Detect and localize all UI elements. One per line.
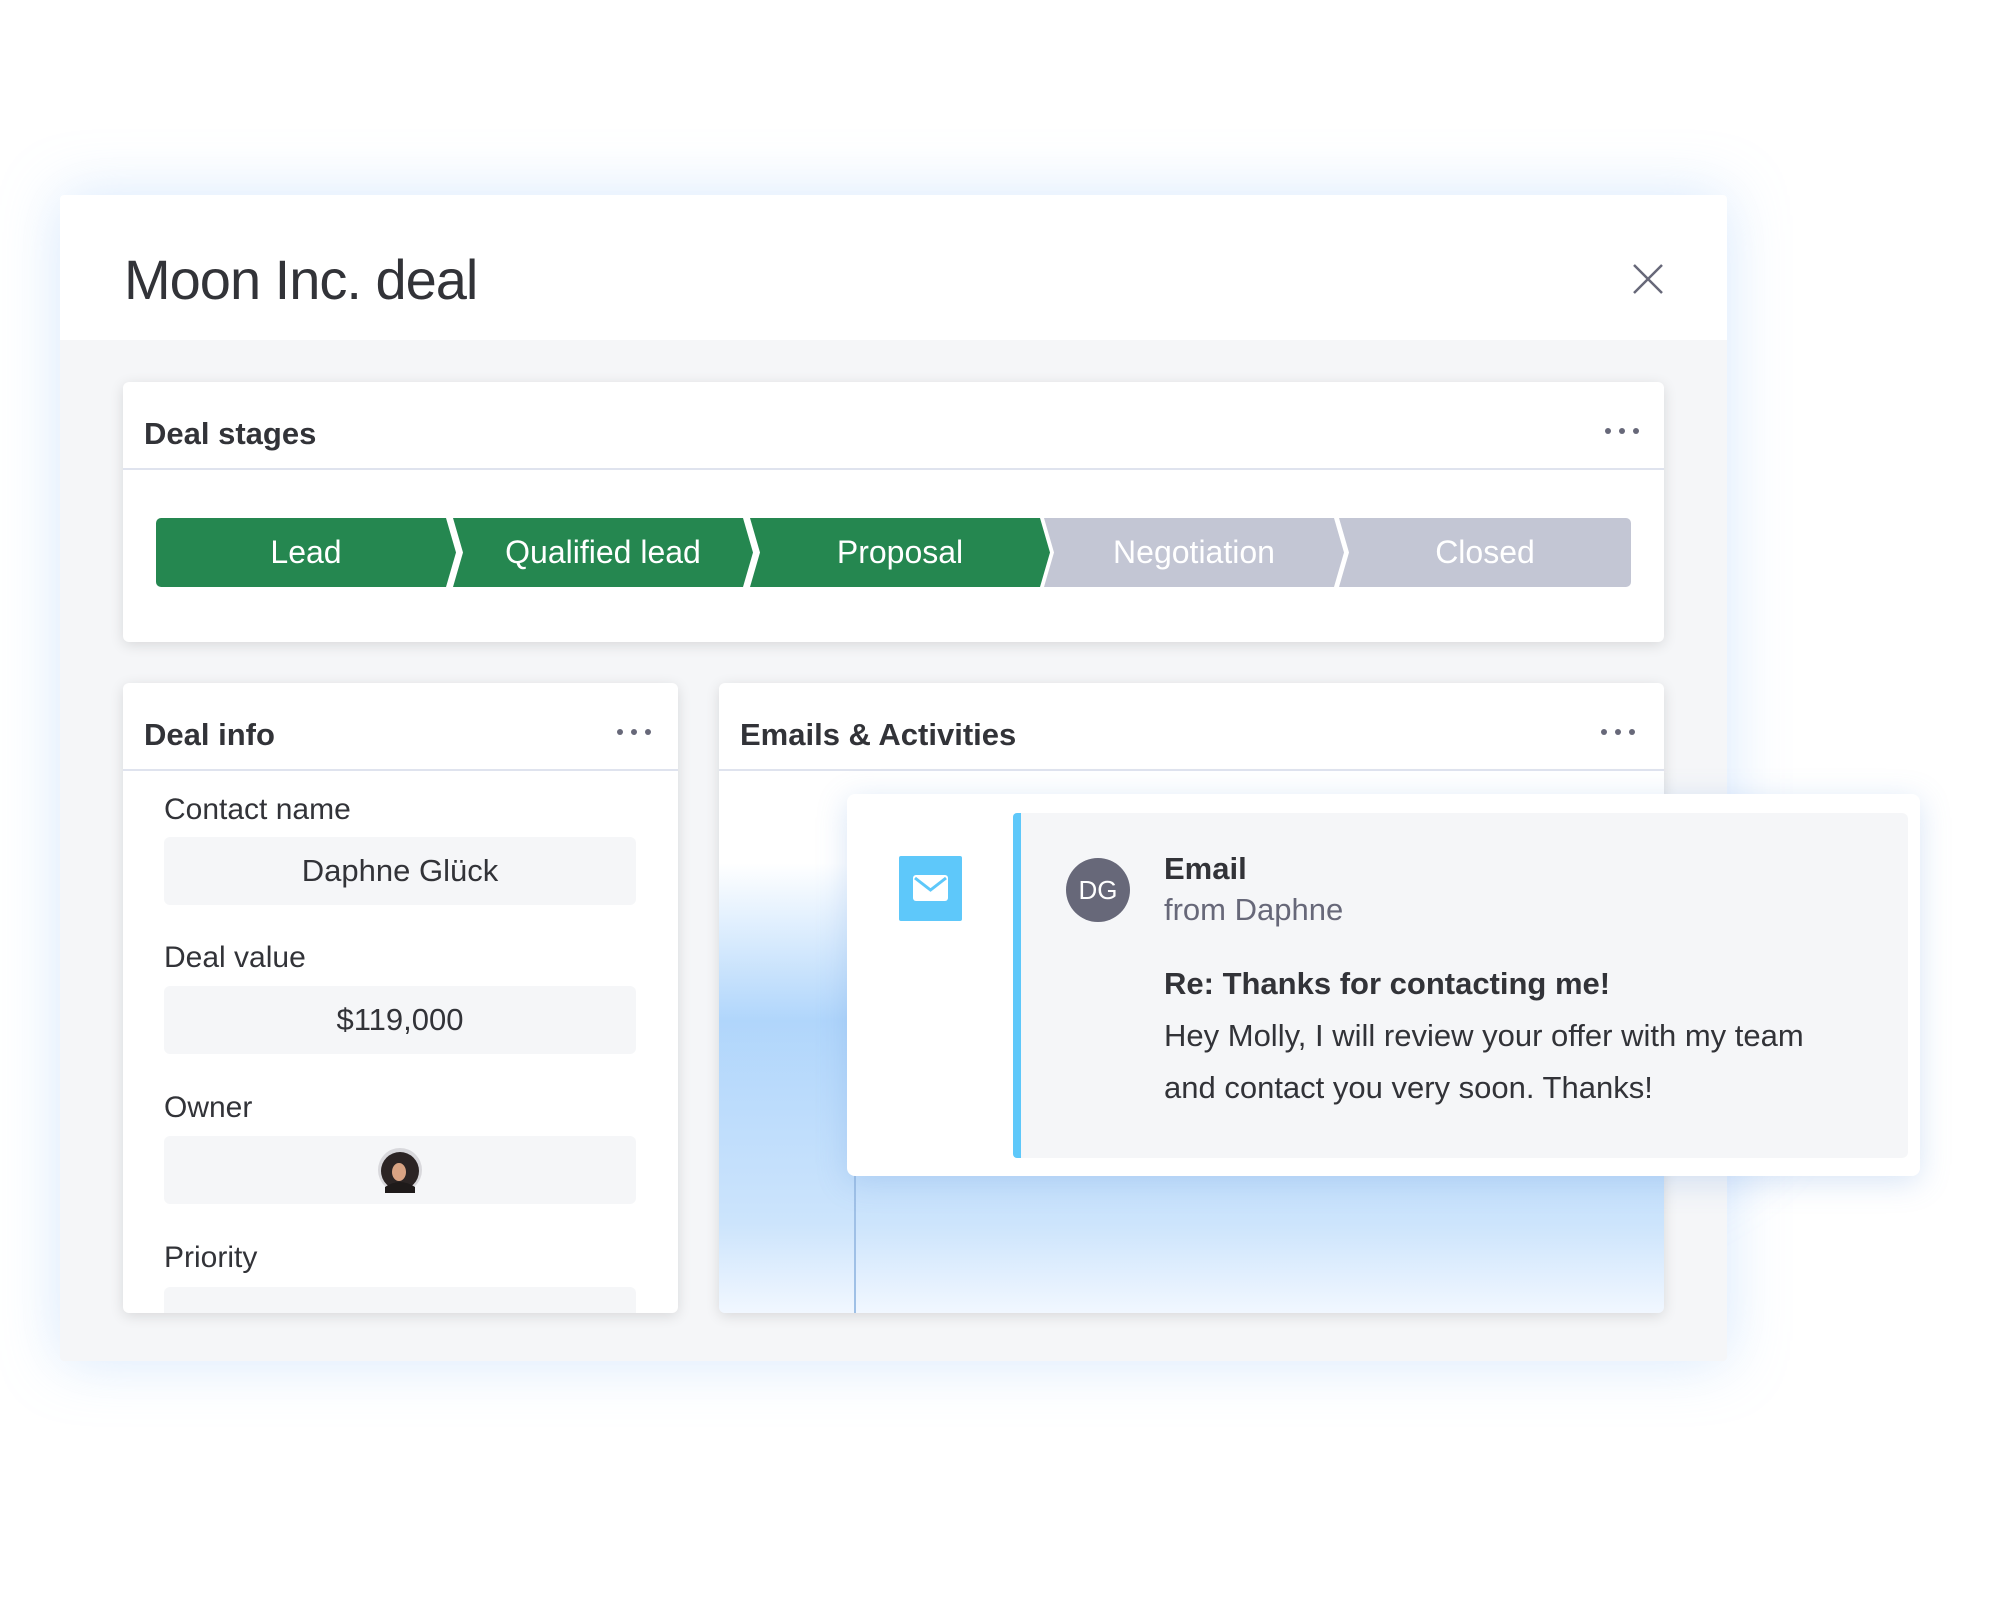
more-dots-icon[interactable]: [617, 727, 651, 737]
emails-title: Emails & Activities: [740, 717, 1017, 752]
deal-stages-title: Deal stages: [144, 416, 317, 451]
stage-label: Negotiation: [1113, 534, 1275, 570]
deal-value-label: Deal value: [164, 941, 306, 974]
stage-label: Proposal: [836, 534, 964, 570]
owner-label: Owner: [164, 1091, 253, 1124]
window-header: Moon Inc. deal: [60, 195, 1727, 340]
stage-lead[interactable]: Lead: [156, 518, 456, 587]
email-body-line: Hey Molly, I will review your offer with…: [1164, 1018, 1804, 1053]
more-dots-icon[interactable]: [1601, 727, 1635, 737]
email-body-line: and contact you very soon. Thanks!: [1164, 1070, 1653, 1105]
stage-label: Lead: [270, 534, 342, 570]
stage-proposal[interactable]: Proposal: [750, 518, 1050, 587]
deal-stages-card: Deal stages Lead Qualified lead Proposal…: [123, 382, 1664, 642]
deal-info-card: Deal info Contact name Daphne Glück Deal…: [123, 683, 678, 1313]
owner-avatar[interactable]: [377, 1147, 423, 1193]
stage-qualified-lead[interactable]: Qualified lead: [453, 518, 753, 587]
deal-value-field[interactable]: $119,000: [164, 986, 636, 1054]
page-title: Moon Inc. deal: [124, 248, 478, 311]
stage-label: Closed: [1435, 534, 1535, 570]
contact-name-field[interactable]: Daphne Glück: [164, 837, 636, 905]
email-type: Email: [1164, 851, 1247, 886]
contact-name-label: Contact name: [164, 793, 351, 826]
email-content: DG Email from Daphne Re: Thanks for cont…: [1013, 813, 1908, 1158]
stage-negotiation[interactable]: Negotiation: [1044, 518, 1344, 587]
stage-closed[interactable]: Closed: [1339, 518, 1631, 587]
email-sender: from Daphne: [1164, 892, 1344, 927]
sender-avatar: DG: [1066, 858, 1130, 922]
stage-bar: Lead Qualified lead Proposal Negotiation…: [156, 518, 1631, 587]
more-dots-icon[interactable]: [1605, 426, 1639, 436]
divider: [719, 769, 1664, 771]
owner-field[interactable]: [164, 1136, 636, 1204]
deal-window: Moon Inc. deal Deal stages Lead Qualifie…: [60, 195, 1727, 1361]
deal-info-title: Deal info: [144, 717, 275, 752]
envelope-icon: [899, 856, 962, 921]
stage-label: Qualified lead: [505, 534, 701, 570]
divider: [123, 468, 1664, 470]
email-subject: Re: Thanks for contacting me!: [1164, 966, 1611, 1001]
priority-field[interactable]: [164, 1287, 636, 1313]
priority-label: Priority: [164, 1241, 258, 1274]
email-activity-popup[interactable]: DG Email from Daphne Re: Thanks for cont…: [847, 794, 1920, 1176]
divider: [123, 769, 678, 771]
close-icon[interactable]: [1630, 261, 1666, 297]
